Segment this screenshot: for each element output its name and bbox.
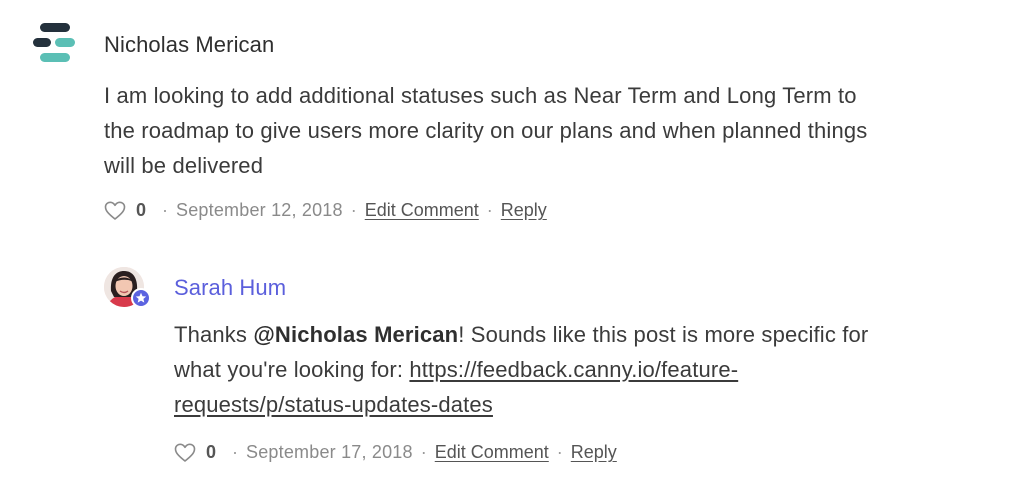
comment-body-line: will be delivered (104, 153, 264, 178)
admin-star-icon (131, 288, 151, 308)
body-text: what you're looking for: (174, 357, 410, 382)
post-link[interactable]: requests/p/status-updates-dates (174, 392, 493, 417)
comment-body: I am looking to add additional statuses … (104, 78, 1004, 183)
comment-body: Thanks @Nicholas Merican! Sounds like th… (174, 317, 994, 422)
comment-body-line: the roadmap to give users more clarity o… (104, 118, 868, 143)
like-count: 0 (136, 200, 147, 220)
separator-dot: · (420, 442, 427, 462)
comment-date: September 12, 2018 (176, 200, 343, 220)
separator-dot: · (232, 442, 239, 462)
reply-link[interactable]: Reply (501, 200, 547, 221)
heart-icon[interactable] (104, 201, 126, 221)
body-text: Thanks (174, 322, 254, 347)
comment-body-line: what you're looking for: https://feedbac… (174, 352, 994, 387)
heart-icon[interactable] (174, 443, 196, 463)
comment-date: September 17, 2018 (246, 442, 413, 462)
comment-author[interactable]: Nicholas Merican (104, 32, 274, 58)
separator-dot: · (486, 200, 493, 220)
reply-link[interactable]: Reply (571, 442, 617, 463)
like-count: 0 (206, 442, 217, 462)
comment-body-line: I am looking to add additional statuses … (104, 83, 857, 108)
company-logo-icon (32, 22, 76, 64)
comment-meta: 0 · September 12, 2018 · Edit Comment · … (104, 200, 547, 221)
comment-body-line: requests/p/status-updates-dates (174, 387, 994, 422)
comment-meta: 0 · September 17, 2018 · Edit Comment · … (174, 442, 617, 463)
separator-dot: · (556, 442, 563, 462)
separator-dot: · (350, 200, 357, 220)
body-text: ! Sounds like this post is more specific… (458, 322, 869, 347)
comment-body-line: Thanks @Nicholas Merican! Sounds like th… (174, 317, 994, 352)
comment-thread: Nicholas Merican I am looking to add add… (0, 0, 1024, 495)
user-mention[interactable]: @Nicholas Merican (253, 322, 458, 347)
post-link[interactable]: https://feedback.canny.io/feature- (409, 357, 738, 382)
separator-dot: · (162, 200, 169, 220)
comment-author[interactable]: Sarah Hum (174, 275, 286, 301)
edit-comment-link[interactable]: Edit Comment (435, 442, 549, 463)
edit-comment-link[interactable]: Edit Comment (365, 200, 479, 221)
